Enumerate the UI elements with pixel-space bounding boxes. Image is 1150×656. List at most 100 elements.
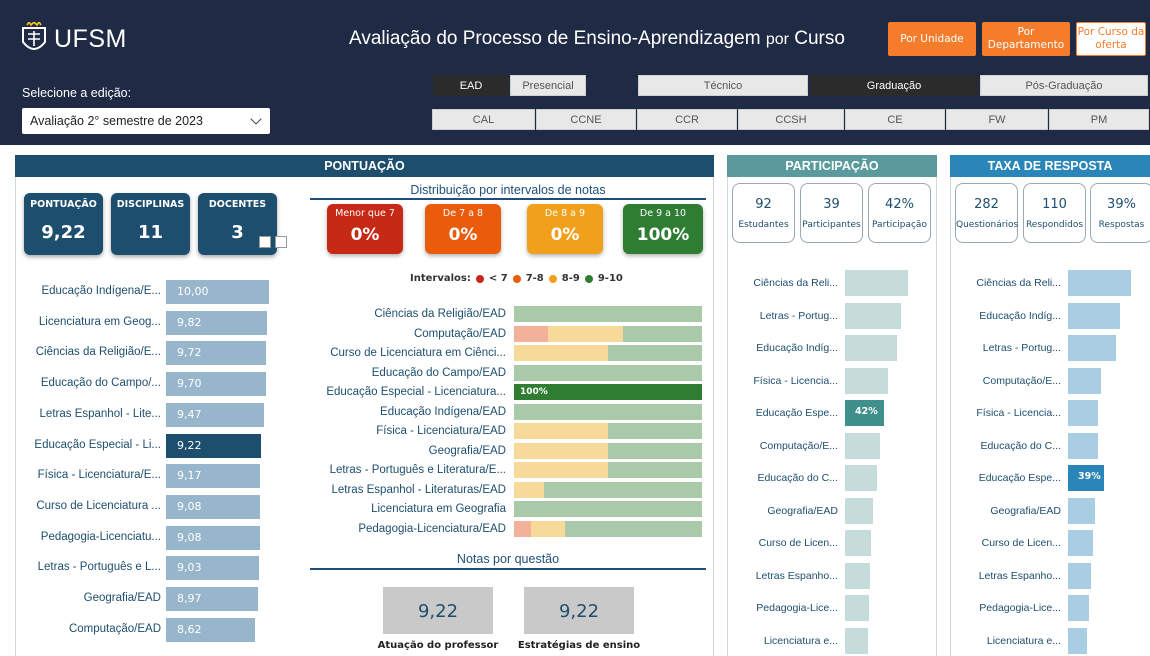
tab-ead[interactable]: EAD [433, 75, 509, 96]
stack-row[interactable]: Letras - Português e Literatura/E... [310, 462, 706, 480]
tab-tecnico[interactable]: Técnico [638, 75, 808, 96]
stack-row[interactable]: Pedagogia-Licenciatura/EAD [310, 520, 706, 539]
hbar[interactable] [845, 270, 908, 296]
hbar-row[interactable]: Educação Indíg... [730, 335, 920, 361]
score-row[interactable]: Licenciatura em Geog... 9,82 [20, 310, 280, 335]
hbar-row[interactable]: Letras - Portug... [730, 302, 920, 329]
score-bar[interactable]: 9,03 [166, 556, 259, 581]
hbar-row[interactable]: Pedagogia-Lice... [730, 595, 920, 621]
por-curso-oferta-button[interactable]: Por Curso da oferta [1076, 22, 1146, 56]
stack-row[interactable]: Licenciatura em Geografia [310, 501, 706, 519]
filter-icon[interactable] [259, 236, 271, 248]
hbar-row[interactable]: Letras - Portug... [953, 335, 1143, 361]
hbar-row[interactable]: Educação do C... [953, 432, 1143, 459]
score-row[interactable]: Educação Indígena/E... 10,00 [20, 280, 280, 304]
hbar[interactable] [1068, 270, 1131, 296]
por-unidade-button[interactable]: Por Unidade [888, 22, 976, 56]
hbar-row[interactable]: Geografia/EAD [730, 497, 920, 524]
hbar-row[interactable]: Licenciatura e... [730, 627, 920, 654]
score-row[interactable]: Física - Licenciatura/E... 9,17 [20, 464, 280, 489]
hbar[interactable]: 39% [1068, 465, 1105, 491]
score-row[interactable]: Geografia/EAD 8,97 [20, 587, 280, 611]
hbar[interactable] [1068, 432, 1098, 459]
hbar-row[interactable]: Curso de Licen... [953, 530, 1143, 556]
hbar[interactable] [845, 530, 871, 556]
score-row[interactable]: Computação/EAD 8,62 [20, 617, 280, 642]
score-row[interactable]: Educação Especial - Li... 9,22 [20, 433, 280, 458]
score-row[interactable]: Letras - Português e L... 9,03 [20, 556, 280, 581]
edition-dropdown[interactable]: Avaliação 2° semestre de 2023 [22, 108, 270, 134]
tab-ccne[interactable]: CCNE [536, 109, 636, 130]
hbar-row[interactable]: Letras Espanho... [953, 562, 1143, 589]
hbar-row[interactable]: Física - Licencia... [730, 367, 920, 394]
hbar-row[interactable]: Licenciatura e... [953, 627, 1143, 654]
score-bar[interactable]: 9,08 [166, 525, 260, 550]
hbar[interactable] [845, 432, 881, 459]
hbar[interactable] [845, 465, 877, 491]
hbar[interactable] [1068, 497, 1095, 524]
hbar-row[interactable]: Física - Licencia... [953, 400, 1143, 426]
stack-row[interactable]: Computação/EAD [310, 325, 706, 344]
tab-ccr[interactable]: CCR [637, 109, 737, 130]
stack-row[interactable]: Educação Indígena/EAD [310, 403, 706, 422]
hbar-row[interactable]: Computação/E... [730, 432, 920, 459]
hbar[interactable] [1068, 335, 1117, 361]
stack-row[interactable]: Educação Especial - Licenciatura... 100% [310, 384, 706, 402]
score-row[interactable]: Ciências da Religião/E... 9,72 [20, 341, 280, 366]
stack-row[interactable]: Física - Licenciatura/EAD [310, 423, 706, 441]
score-bar[interactable]: 10,00 [166, 280, 269, 304]
score-row[interactable]: Educação do Campo/... 9,70 [20, 372, 280, 397]
hbar[interactable] [845, 595, 870, 621]
hbar[interactable] [1068, 400, 1098, 426]
stack-row[interactable]: Letras Espanhol - Literaturas/EAD [310, 481, 706, 500]
score-bar[interactable]: 9,47 [166, 402, 264, 427]
tab-fw[interactable]: FW [946, 109, 1048, 130]
tab-presencial[interactable]: Presencial [510, 75, 586, 96]
hbar-row[interactable]: Curso de Licen... [730, 530, 920, 556]
hbar[interactable] [1068, 367, 1102, 394]
score-bar[interactable]: 8,62 [166, 617, 255, 642]
score-bar[interactable]: 9,82 [166, 310, 268, 335]
stack-row[interactable]: Educação do Campo/EAD [310, 364, 706, 383]
hbar[interactable] [1068, 595, 1090, 621]
expand-icon[interactable] [275, 236, 287, 248]
hbar-row[interactable]: Ciências da Reli... [730, 270, 920, 296]
score-row[interactable]: Letras Espanhol - Lite... 9,47 [20, 402, 280, 427]
stack-row[interactable]: Geografia/EAD [310, 442, 706, 461]
hbar-row[interactable]: Letras Espanho... [730, 562, 920, 589]
stack-row[interactable]: Ciências da Religião/EAD [310, 306, 706, 324]
stack-row[interactable]: Curso de Licenciatura em Ciênci... [310, 345, 706, 363]
tab-pos-graduacao[interactable]: Pós-Graduação [980, 75, 1148, 96]
hbar-row[interactable]: Computação/E... [953, 367, 1143, 394]
tab-graduacao[interactable]: Graduação [810, 75, 978, 96]
score-bar[interactable]: 9,22 [166, 433, 261, 458]
tab-cal[interactable]: CAL [432, 109, 535, 130]
hbar-row[interactable]: Educação do C... [730, 465, 920, 491]
hbar[interactable] [845, 302, 901, 329]
score-bar[interactable]: 9,70 [166, 372, 266, 397]
tab-ccsh[interactable]: CCSH [738, 109, 844, 130]
score-row[interactable]: Pedagogia-Licenciatu... 9,08 [20, 525, 280, 550]
hbar[interactable] [1068, 627, 1088, 654]
hbar[interactable] [1068, 530, 1093, 556]
hbar-row[interactable]: Educação Espe... 42% [730, 400, 920, 426]
hbar-row[interactable]: Pedagogia-Lice... [953, 595, 1143, 621]
tab-ce[interactable]: CE [845, 109, 945, 130]
por-departamento-button[interactable]: Por Departamento [982, 22, 1070, 56]
hbar-row[interactable]: Geografia/EAD [953, 497, 1143, 524]
score-row[interactable]: Curso de Licenciatura ... 9,08 [20, 494, 280, 519]
tab-pm[interactable]: PM [1049, 109, 1149, 130]
hbar[interactable] [845, 627, 869, 654]
score-bar[interactable]: 8,97 [166, 587, 259, 611]
hbar[interactable] [1068, 302, 1120, 329]
hbar-row[interactable]: Educação Indíg... [953, 302, 1143, 329]
hbar-row[interactable]: Educação Espe... 39% [953, 465, 1143, 491]
hbar[interactable] [845, 335, 897, 361]
hbar[interactable] [1068, 562, 1092, 589]
score-bar[interactable]: 9,72 [166, 341, 267, 366]
hbar[interactable] [845, 562, 870, 589]
hbar-row[interactable]: Ciências da Reli... [953, 270, 1143, 296]
hbar[interactable]: 42% [845, 400, 884, 426]
score-bar[interactable]: 9,17 [166, 464, 261, 489]
hbar[interactable] [845, 367, 888, 394]
